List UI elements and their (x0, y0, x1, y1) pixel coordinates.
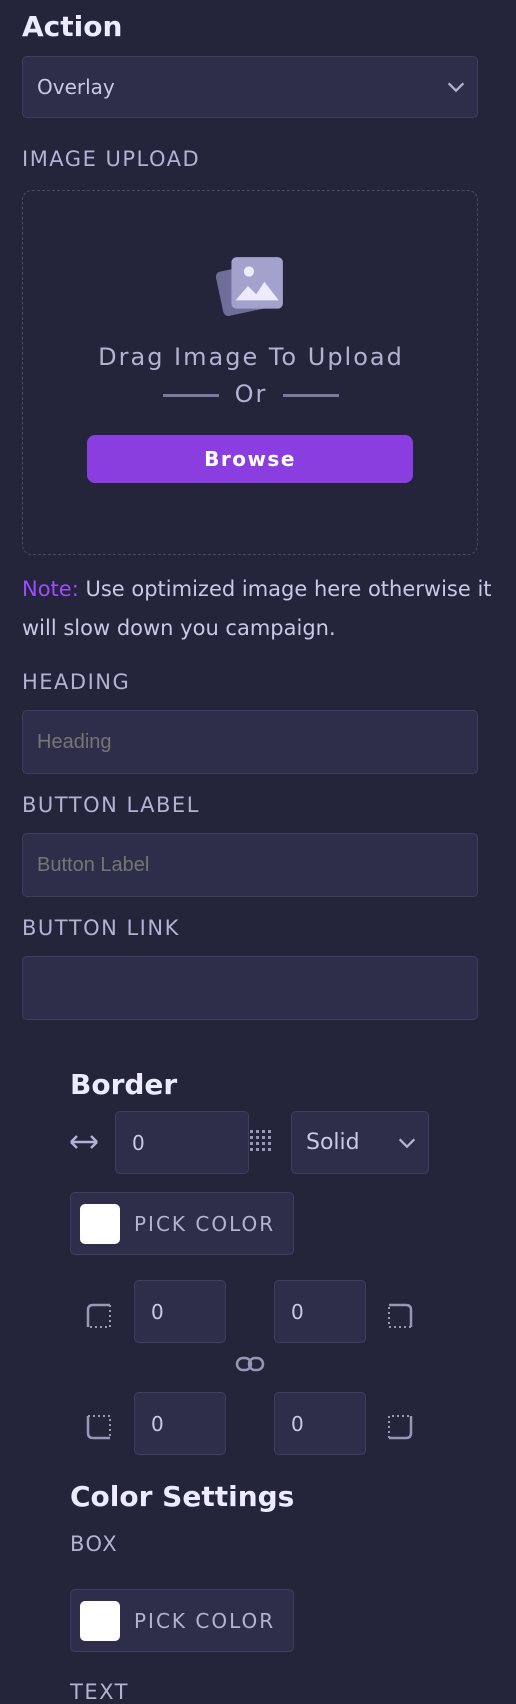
button-label-input[interactable] (22, 833, 478, 897)
note-prefix: Note: (22, 577, 79, 601)
action-heading: Action (22, 10, 123, 43)
radius-top-right-input[interactable]: 0 (274, 1280, 366, 1343)
or-divider-left (163, 394, 219, 397)
chevron-down-icon (398, 1138, 416, 1148)
note-text: Use optimized image here otherwise it wi… (22, 577, 492, 640)
browse-button[interactable]: Browse (87, 435, 413, 483)
action-select[interactable]: Overlay (22, 56, 478, 118)
border-style-value: Solid (306, 1130, 360, 1155)
color-settings-title: Color Settings (70, 1480, 295, 1513)
box-label: BOX (70, 1532, 119, 1556)
border-color-swatch (80, 1203, 120, 1244)
border-style-select[interactable]: Solid (291, 1111, 429, 1174)
chevron-down-icon (447, 82, 465, 93)
corner-top-right-icon (388, 1303, 413, 1328)
or-divider-right (283, 394, 339, 397)
dotted-grid-icon (250, 1130, 271, 1151)
corner-top-left-icon (86, 1303, 111, 1328)
corner-bottom-right-icon (388, 1415, 413, 1440)
border-title: Border (70, 1068, 178, 1101)
border-pick-color-button[interactable]: PICK COLOR (70, 1192, 294, 1255)
action-select-value: Overlay (37, 75, 115, 99)
link-icon (235, 1356, 265, 1372)
box-pick-color-label: PICK COLOR (134, 1608, 276, 1633)
button-label-label: BUTTON LABEL (22, 793, 200, 817)
corner-bottom-left-icon (86, 1415, 111, 1440)
button-link-input[interactable] (22, 956, 478, 1020)
radius-top-left-input[interactable]: 0 (134, 1280, 226, 1343)
heading-input[interactable] (22, 710, 478, 774)
button-link-label: BUTTON LINK (22, 916, 180, 940)
or-text: Or (234, 380, 268, 408)
drag-text: Drag Image To Upload (98, 343, 404, 371)
border-width-input[interactable]: 0 (115, 1111, 249, 1174)
radius-bottom-right-input[interactable]: 0 (274, 1392, 366, 1455)
text-color-label: TEXT (70, 1680, 129, 1704)
radius-bottom-left-input[interactable]: 0 (134, 1392, 226, 1455)
border-pick-color-label: PICK COLOR (134, 1211, 276, 1236)
upload-note: Note: Use optimized image here otherwise… (22, 570, 492, 648)
heading-label: HEADING (22, 670, 131, 694)
image-upload-label: IMAGE UPLOAD (22, 147, 201, 171)
box-color-swatch (80, 1600, 120, 1641)
image-icon (215, 257, 283, 316)
image-dropzone[interactable]: Drag Image To Upload Or Browse (22, 190, 478, 555)
box-pick-color-button[interactable]: PICK COLOR (70, 1589, 294, 1652)
horizontal-arrows-icon (70, 1135, 98, 1149)
